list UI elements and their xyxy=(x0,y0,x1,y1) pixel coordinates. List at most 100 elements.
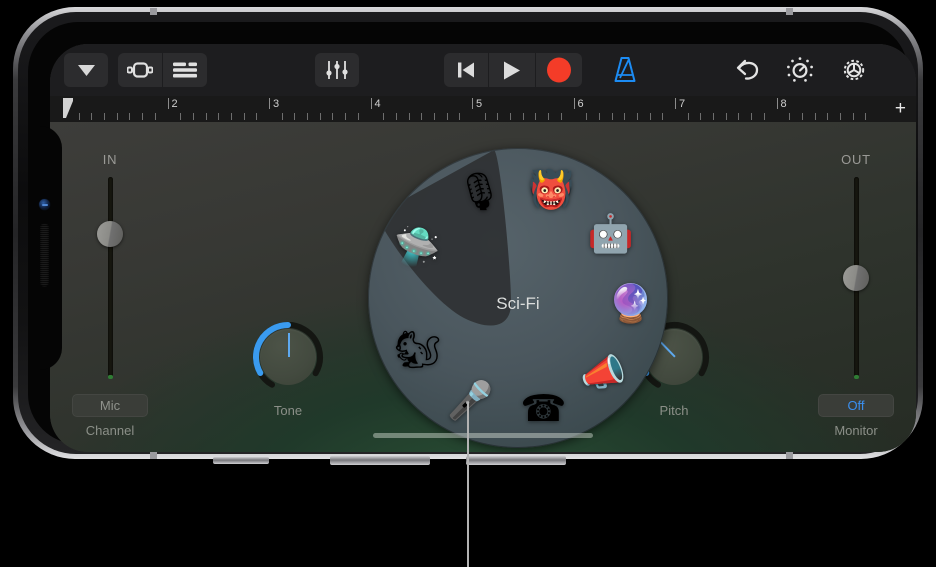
loop-browser-icon xyxy=(127,62,153,78)
monitor-toggle-button[interactable]: Off xyxy=(818,394,894,417)
ruler-beat-tick xyxy=(484,113,486,120)
mixer-button[interactable] xyxy=(315,53,359,87)
ruler-beat-tick xyxy=(192,113,194,120)
chipmunk-voice[interactable]: 🐿 xyxy=(391,323,443,375)
ruler-beat-tick xyxy=(142,113,144,120)
ruler-beat-tick xyxy=(383,113,385,120)
antenna-band-bottom-left xyxy=(150,452,157,459)
megaphone-voice[interactable]: 📣 xyxy=(577,346,629,398)
output-fader-track[interactable] xyxy=(843,177,869,379)
metronome-button[interactable] xyxy=(603,53,647,87)
ruler-beat-tick xyxy=(548,113,550,120)
undo-button[interactable] xyxy=(723,53,773,87)
ruler-beat-tick xyxy=(497,113,499,120)
record-icon xyxy=(547,57,571,83)
helium-bubble-voice[interactable]: 🔮 xyxy=(605,278,657,330)
volume-up-button[interactable] xyxy=(330,456,430,465)
default-mic-voice[interactable]: 🎙 xyxy=(453,166,505,218)
tone-knob[interactable] xyxy=(251,320,325,394)
input-channel-strip: IN Mic Channel xyxy=(50,122,170,452)
play-icon xyxy=(504,61,520,79)
home-indicator[interactable] xyxy=(373,433,593,438)
ruler-beat-tick xyxy=(713,113,715,120)
ruler-beat-tick xyxy=(789,113,791,120)
ruler-beat-tick xyxy=(522,113,524,120)
playhead-marker[interactable] xyxy=(62,97,74,119)
ruler-beat-tick xyxy=(446,113,448,120)
tone-knob-indicator xyxy=(288,333,290,357)
add-track-button[interactable]: + xyxy=(895,99,906,118)
fx-button[interactable] xyxy=(773,53,827,87)
ruler-beat-tick xyxy=(611,113,613,120)
ruler-beat-tick xyxy=(408,113,410,120)
input-fader-track[interactable] xyxy=(97,177,123,379)
phone-frame: 2345678 + IN Mic Channel OUT Off Monitor… xyxy=(13,7,923,459)
ruler-beat-tick xyxy=(725,113,727,120)
device-notch xyxy=(28,126,62,370)
ruler-beat-tick xyxy=(281,113,283,120)
tone-knob-label: Tone xyxy=(273,403,303,418)
antenna-band-top-left xyxy=(150,8,157,15)
record-button[interactable] xyxy=(536,53,582,87)
ruler-bar-label: 2 xyxy=(171,98,178,110)
ruler-beat-tick xyxy=(865,113,867,120)
input-fader-knob[interactable] xyxy=(97,221,123,247)
voice-selector-dial[interactable]: Sci-Fi 🛸 🎙 👹 🤖 🔮 📣 ☎ 🎤 🐿 xyxy=(368,148,668,448)
settings-button[interactable] xyxy=(827,53,881,87)
ruler-beat-tick xyxy=(687,113,689,120)
ruler-ticks: 2 3 4 5 6 7 8 xyxy=(50,96,916,122)
undo-icon xyxy=(736,59,759,80)
ruler-bar-label: 8 xyxy=(780,98,787,110)
fx-knob-icon xyxy=(787,57,813,82)
audio-recorder-stage: IN Mic Channel OUT Off Monitor Tone Pitc… xyxy=(50,122,916,452)
ruler-bar-label: 4 xyxy=(374,98,381,110)
output-fader-knob[interactable] xyxy=(843,265,869,291)
ruler-beat-tick xyxy=(560,113,562,120)
old-mic-voice[interactable]: 🎤 xyxy=(444,374,496,426)
sliders-icon xyxy=(326,61,348,79)
rewind-button[interactable] xyxy=(444,53,488,87)
alien-ufo-voice[interactable]: 🛸 xyxy=(391,221,443,273)
ruler-beat-tick xyxy=(636,113,638,120)
input-channel-button[interactable]: Mic xyxy=(72,394,148,417)
antenna-band-bottom-right xyxy=(786,452,793,459)
gear-icon xyxy=(843,59,865,81)
track-view-button[interactable] xyxy=(163,53,207,87)
monitor-caption: Monitor xyxy=(834,423,878,438)
ruler-beat-tick xyxy=(662,113,664,120)
ruler-beat-tick xyxy=(649,113,651,120)
phone-inner-frame: 2345678 + IN Mic Channel OUT Off Monitor… xyxy=(18,12,918,454)
ruler-beat-tick xyxy=(827,113,829,120)
antenna-band-top-right xyxy=(786,8,793,15)
metronome-icon xyxy=(614,57,636,82)
ruler-bar-label: 5 xyxy=(476,98,483,110)
ruler-beat-tick xyxy=(218,113,220,120)
ruler-beat-tick xyxy=(839,113,841,120)
garageband-app: 2345678 + IN Mic Channel OUT Off Monitor… xyxy=(50,44,916,452)
navigation-chevron-button[interactable] xyxy=(64,53,108,87)
phone-bezel: 2345678 + IN Mic Channel OUT Off Monitor… xyxy=(28,22,916,452)
phone-screen: 2345678 + IN Mic Channel OUT Off Monitor… xyxy=(50,44,916,452)
ruler-beat-tick xyxy=(751,113,753,120)
ruler-beat-tick xyxy=(395,113,397,120)
ruler-beat-tick xyxy=(535,113,537,120)
ruler-beat-tick xyxy=(357,113,359,120)
loop-browser-button[interactable] xyxy=(118,53,162,87)
callout-line xyxy=(467,402,469,567)
telephone-voice[interactable]: ☎ xyxy=(517,382,569,434)
robot-voice[interactable]: 🤖 xyxy=(585,207,637,259)
ruler-beat-tick xyxy=(586,113,588,120)
volume-down-button[interactable] xyxy=(466,456,566,465)
monster-voice[interactable]: 👹 xyxy=(525,164,577,216)
ruler-beat-tick xyxy=(319,113,321,120)
ruler-beat-tick xyxy=(116,113,118,120)
silent-switch[interactable] xyxy=(213,457,269,464)
output-label: OUT xyxy=(841,152,871,167)
earpiece-speaker-icon xyxy=(40,223,49,287)
ruler-bar-label: 3 xyxy=(273,98,280,110)
ruler-beat-tick xyxy=(624,113,626,120)
timeline-ruler[interactable]: 2 3 4 5 6 7 8 + xyxy=(50,96,916,123)
ruler-beat-tick xyxy=(852,113,854,120)
play-button[interactable] xyxy=(489,53,535,87)
ruler-beat-tick xyxy=(801,113,803,120)
